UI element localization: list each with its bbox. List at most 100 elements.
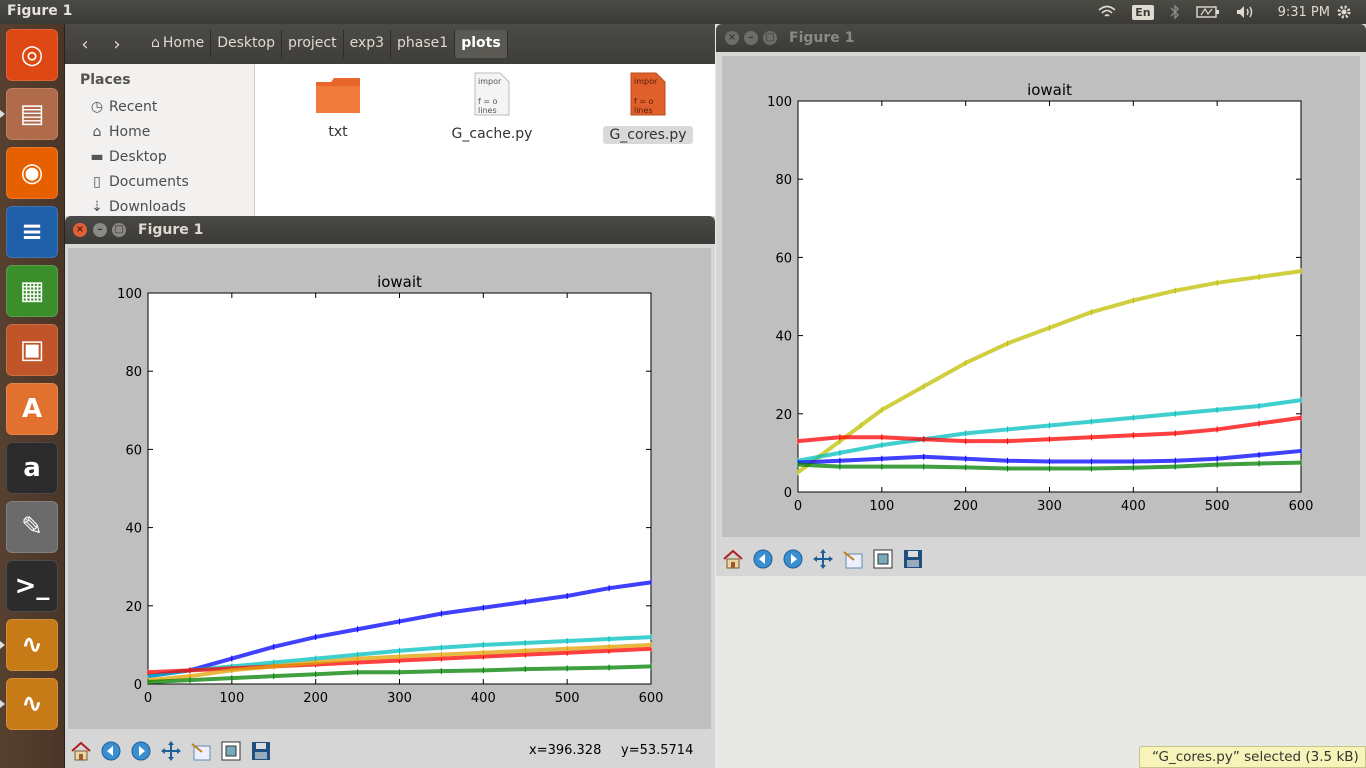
running-indicator — [0, 641, 5, 649]
zoom-icon[interactable] — [870, 546, 896, 572]
launcher-software-center[interactable]: A — [6, 383, 58, 435]
back-button[interactable]: ‹ — [71, 31, 99, 57]
maximize-button[interactable]: □ — [112, 223, 126, 237]
close-button[interactable]: × — [725, 31, 739, 45]
file-manager-toolbar: ‹ › ⌂ Home Desktop project exp3 phase1 pl… — [65, 24, 715, 64]
launcher-figure-2[interactable]: ∿ — [0, 678, 58, 730]
sidebar-item-desktop[interactable]: ▬ Desktop — [89, 149, 166, 165]
figure-canvas[interactable]: iowait 0 100 200 300 400 500 600 0 20 40 60 80 100 — [722, 56, 1360, 537]
breadcrumb-project[interactable]: project — [282, 30, 344, 58]
y-tick-label: 80 — [125, 365, 142, 380]
launcher-ubuntu-dash[interactable]: ◎ — [6, 29, 58, 81]
software-center-icon: A — [21, 394, 43, 424]
launcher-figure-1[interactable]: ∿ — [0, 619, 58, 671]
minimize-button[interactable]: – — [93, 223, 107, 237]
top-panel: Figure 1 En 9:31 PM — [0, 0, 1366, 24]
launcher-writer[interactable]: ≡ — [6, 206, 58, 258]
y-tick-label: 0 — [134, 678, 142, 693]
system-settings-icon: ✎ — [21, 512, 43, 542]
breadcrumb-plots[interactable]: plots — [455, 30, 508, 58]
launcher-system-settings[interactable]: ✎ — [6, 501, 58, 553]
sidebar-item-downloads[interactable]: ⇣ Downloads — [89, 199, 186, 215]
breadcrumb-home[interactable]: ⌂ Home — [145, 30, 212, 58]
file-item-g-cache[interactable]: impor f = o lines G_cache.py — [447, 72, 537, 142]
running-indicator — [0, 700, 5, 708]
x-tick-label: 100 — [219, 691, 244, 706]
sidebar-item-home[interactable]: ⌂ Home — [89, 124, 151, 140]
home-icon[interactable] — [68, 738, 94, 764]
home-icon: ⌂ — [92, 124, 102, 140]
svg-text:lines: lines — [634, 106, 653, 115]
running-indicator — [0, 110, 5, 118]
save-icon[interactable] — [248, 738, 274, 764]
figure-canvas[interactable]: iowait 0 100 200 300 400 500 600 0 20 40 60 80 100 — [68, 248, 711, 729]
pan-icon[interactable] — [810, 546, 836, 572]
bluetooth-icon[interactable] — [1170, 4, 1180, 20]
x-tick-label: 600 — [639, 691, 664, 706]
gear-icon[interactable] — [1336, 4, 1352, 20]
window-title: Figure 1 — [138, 222, 204, 238]
sidebar-item-documents[interactable]: ▯ Documents — [89, 174, 189, 190]
active-app-title: Figure 1 — [7, 3, 73, 19]
chart-title: iowait — [377, 273, 422, 291]
launcher-calc[interactable]: ▦ — [6, 265, 58, 317]
launcher-impress[interactable]: ▣ — [6, 324, 58, 376]
svg-text:f = o: f = o — [634, 97, 654, 106]
iowait-chart-front: iowait 0 100 200 300 400 500 600 0 20 40 60 80 100 — [117, 273, 664, 706]
forward-icon[interactable] — [780, 546, 806, 572]
launcher-amazon[interactable]: a — [6, 442, 58, 494]
minimize-button[interactable]: – — [744, 31, 758, 45]
file-label: G_cache.py — [451, 126, 533, 142]
x-tick-label: 200 — [953, 499, 978, 514]
wifi-icon[interactable] — [1098, 5, 1116, 19]
maximize-button[interactable]: □ — [763, 31, 777, 45]
script-file-icon: impor f = olines — [630, 72, 666, 116]
selection-status: “G_cores.py” selected (3.5 kB) — [1139, 746, 1366, 768]
folder-icon: ▬ — [90, 149, 104, 165]
chart-title: iowait — [1027, 81, 1072, 99]
subplots-icon[interactable] — [188, 738, 214, 764]
launcher-firefox[interactable]: ◉ — [6, 147, 58, 199]
launcher-files[interactable]: ▤ — [0, 88, 58, 140]
file-label: txt — [328, 124, 348, 140]
sidebar-item-recent[interactable]: ◷ Recent — [89, 99, 158, 115]
y-tick-label: 20 — [125, 600, 142, 615]
save-icon[interactable] — [900, 546, 926, 572]
places-header: Places — [80, 72, 131, 88]
home-icon[interactable] — [720, 546, 746, 572]
launcher-terminal[interactable]: >_ — [6, 560, 58, 612]
pan-icon[interactable] — [158, 738, 184, 764]
y-tick-label: 60 — [125, 443, 142, 458]
file-item-txt[interactable]: txt — [305, 74, 371, 140]
x-tick-label: 500 — [1205, 499, 1230, 514]
amazon-icon: a — [23, 453, 41, 483]
volume-icon[interactable] — [1236, 5, 1256, 19]
close-button[interactable]: × — [73, 223, 87, 237]
subplots-icon[interactable] — [840, 546, 866, 572]
breadcrumb-phase1[interactable]: phase1 — [391, 30, 456, 58]
ubuntu-dash-icon: ◎ — [20, 40, 44, 70]
keyboard-language-indicator[interactable]: En — [1132, 4, 1154, 20]
figure-window-front: × – □ Figure 1 iowait 0 100 200 300 400 500 600… — [65, 216, 715, 768]
file-item-g-cores[interactable]: impor f = o lines G_cores.py — [603, 72, 693, 144]
breadcrumb-exp3[interactable]: exp3 — [344, 30, 392, 58]
y-tick-label: 80 — [775, 173, 792, 188]
breadcrumb-desktop[interactable]: Desktop — [211, 30, 282, 58]
back-icon[interactable] — [750, 546, 776, 572]
back-icon[interactable] — [98, 738, 124, 764]
window-titlebar[interactable]: × – □ Figure 1 — [716, 24, 1366, 52]
forward-icon[interactable] — [128, 738, 154, 764]
forward-button[interactable]: › — [103, 31, 131, 57]
y-tick-label: 100 — [767, 95, 792, 110]
window-title: Figure 1 — [789, 30, 855, 46]
svg-text:impor: impor — [634, 77, 658, 86]
file-label: G_cores.py — [603, 126, 693, 144]
window-titlebar[interactable]: × – □ Figure 1 — [65, 216, 715, 244]
clock[interactable]: 9:31 PM — [1278, 5, 1330, 20]
cursor-y-readout: y=53.5714 — [621, 743, 694, 758]
zoom-icon[interactable] — [218, 738, 244, 764]
calc-icon: ▦ — [19, 276, 45, 306]
clock-icon: ◷ — [90, 99, 104, 115]
battery-icon[interactable] — [1195, 6, 1220, 18]
x-tick-label: 600 — [1289, 499, 1314, 514]
